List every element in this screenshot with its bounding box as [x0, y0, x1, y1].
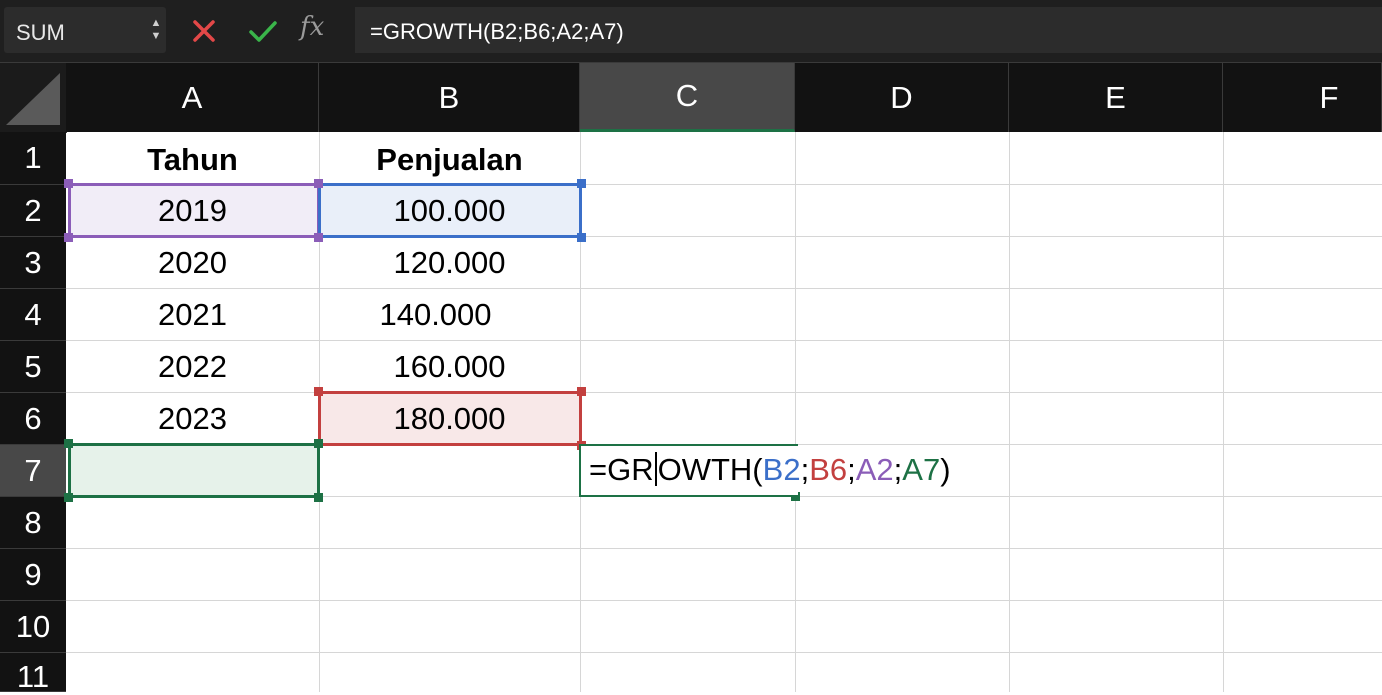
formula-bar: SUM ▲ ▼ fx =GROWTH(B2;B6;A2;A7) [0, 0, 1382, 63]
row-header-5[interactable]: 5 [0, 341, 66, 393]
formula-sep: ; [847, 452, 856, 487]
column-header-b[interactable]: B [319, 63, 580, 132]
formula-close: ) [940, 452, 951, 487]
column-header-f[interactable]: F [1223, 63, 1382, 132]
cell-b4[interactable]: 140.000 [305, 290, 566, 340]
select-all-corner[interactable] [0, 63, 67, 133]
select-all-triangle-icon [6, 73, 60, 125]
check-icon [249, 21, 277, 42]
fx-icon[interactable]: fx [300, 12, 324, 42]
gridline [66, 392, 1382, 393]
resize-handle[interactable] [64, 493, 73, 502]
ref-highlight-a7 [68, 443, 320, 498]
column-header-e[interactable]: E [1009, 63, 1223, 132]
cell-editor-formula[interactable]: =GR OWTH(B2;B6;A2;A7) [589, 452, 951, 488]
formula-input-text: =GROWTH(B2;B6;A2;A7) [370, 19, 624, 44]
formula-arg-a7: A7 [902, 452, 941, 487]
gridline [795, 132, 796, 692]
cell-b1[interactable]: Penjualan [319, 135, 580, 185]
cell-b3[interactable]: 120.000 [319, 238, 580, 288]
row-header-4[interactable]: 4 [0, 289, 66, 341]
cell-b5[interactable]: 160.000 [319, 342, 580, 392]
row-header-6[interactable]: 6 [0, 393, 66, 445]
text-caret [654, 452, 657, 486]
gridline [1223, 132, 1224, 692]
row-header-9[interactable]: 9 [0, 549, 66, 601]
formula-input[interactable]: =GROWTH(B2;B6;A2;A7) [355, 7, 1382, 53]
resize-handle[interactable] [314, 493, 323, 502]
x-icon [193, 20, 215, 42]
formula-arg-b2: B2 [762, 452, 801, 487]
cell-b2[interactable]: 100.000 [319, 186, 580, 236]
confirm-button[interactable] [246, 14, 280, 48]
column-header-c[interactable]: C [580, 63, 795, 132]
cell-a2[interactable]: 2019 [66, 186, 319, 236]
gridline [66, 288, 1382, 289]
cell-b6[interactable]: 180.000 [319, 394, 580, 444]
cancel-button[interactable] [187, 14, 221, 48]
gridline [66, 652, 1382, 653]
formula-arg-a2: A2 [855, 452, 894, 487]
row-header-8[interactable]: 8 [0, 497, 66, 549]
cell-a1[interactable]: Tahun [66, 135, 319, 185]
row-header-11[interactable]: 11 [0, 653, 66, 694]
formula-function: OWTH( [657, 452, 763, 487]
cell-a3[interactable]: 2020 [66, 238, 319, 288]
row-header-3[interactable]: 3 [0, 237, 66, 289]
gridline [66, 340, 1382, 341]
cell-a4[interactable]: 2021 [66, 290, 319, 340]
row-header-1[interactable]: 1 [0, 132, 66, 185]
cell-a6[interactable]: 2023 [66, 394, 319, 444]
formula-arg-b6: B6 [809, 452, 848, 487]
formula-prefix: =GR [589, 452, 654, 487]
formula-sep: ; [800, 452, 810, 487]
cell-a5[interactable]: 2022 [66, 342, 319, 392]
row-header-10[interactable]: 10 [0, 601, 66, 653]
formula-sep: ; [893, 452, 903, 487]
row-header-2[interactable]: 2 [0, 185, 66, 237]
column-header-d[interactable]: D [795, 63, 1009, 132]
name-box-stepper-icon[interactable]: ▲ ▼ [147, 17, 165, 45]
gridline [1009, 132, 1010, 692]
gridline [66, 548, 1382, 549]
column-header-a[interactable]: A [66, 63, 319, 132]
gridline [66, 600, 1382, 601]
name-box[interactable]: SUM ▲ ▼ [4, 7, 166, 53]
name-box-value: SUM [16, 20, 65, 45]
row-header-7[interactable]: 7 [0, 445, 66, 497]
